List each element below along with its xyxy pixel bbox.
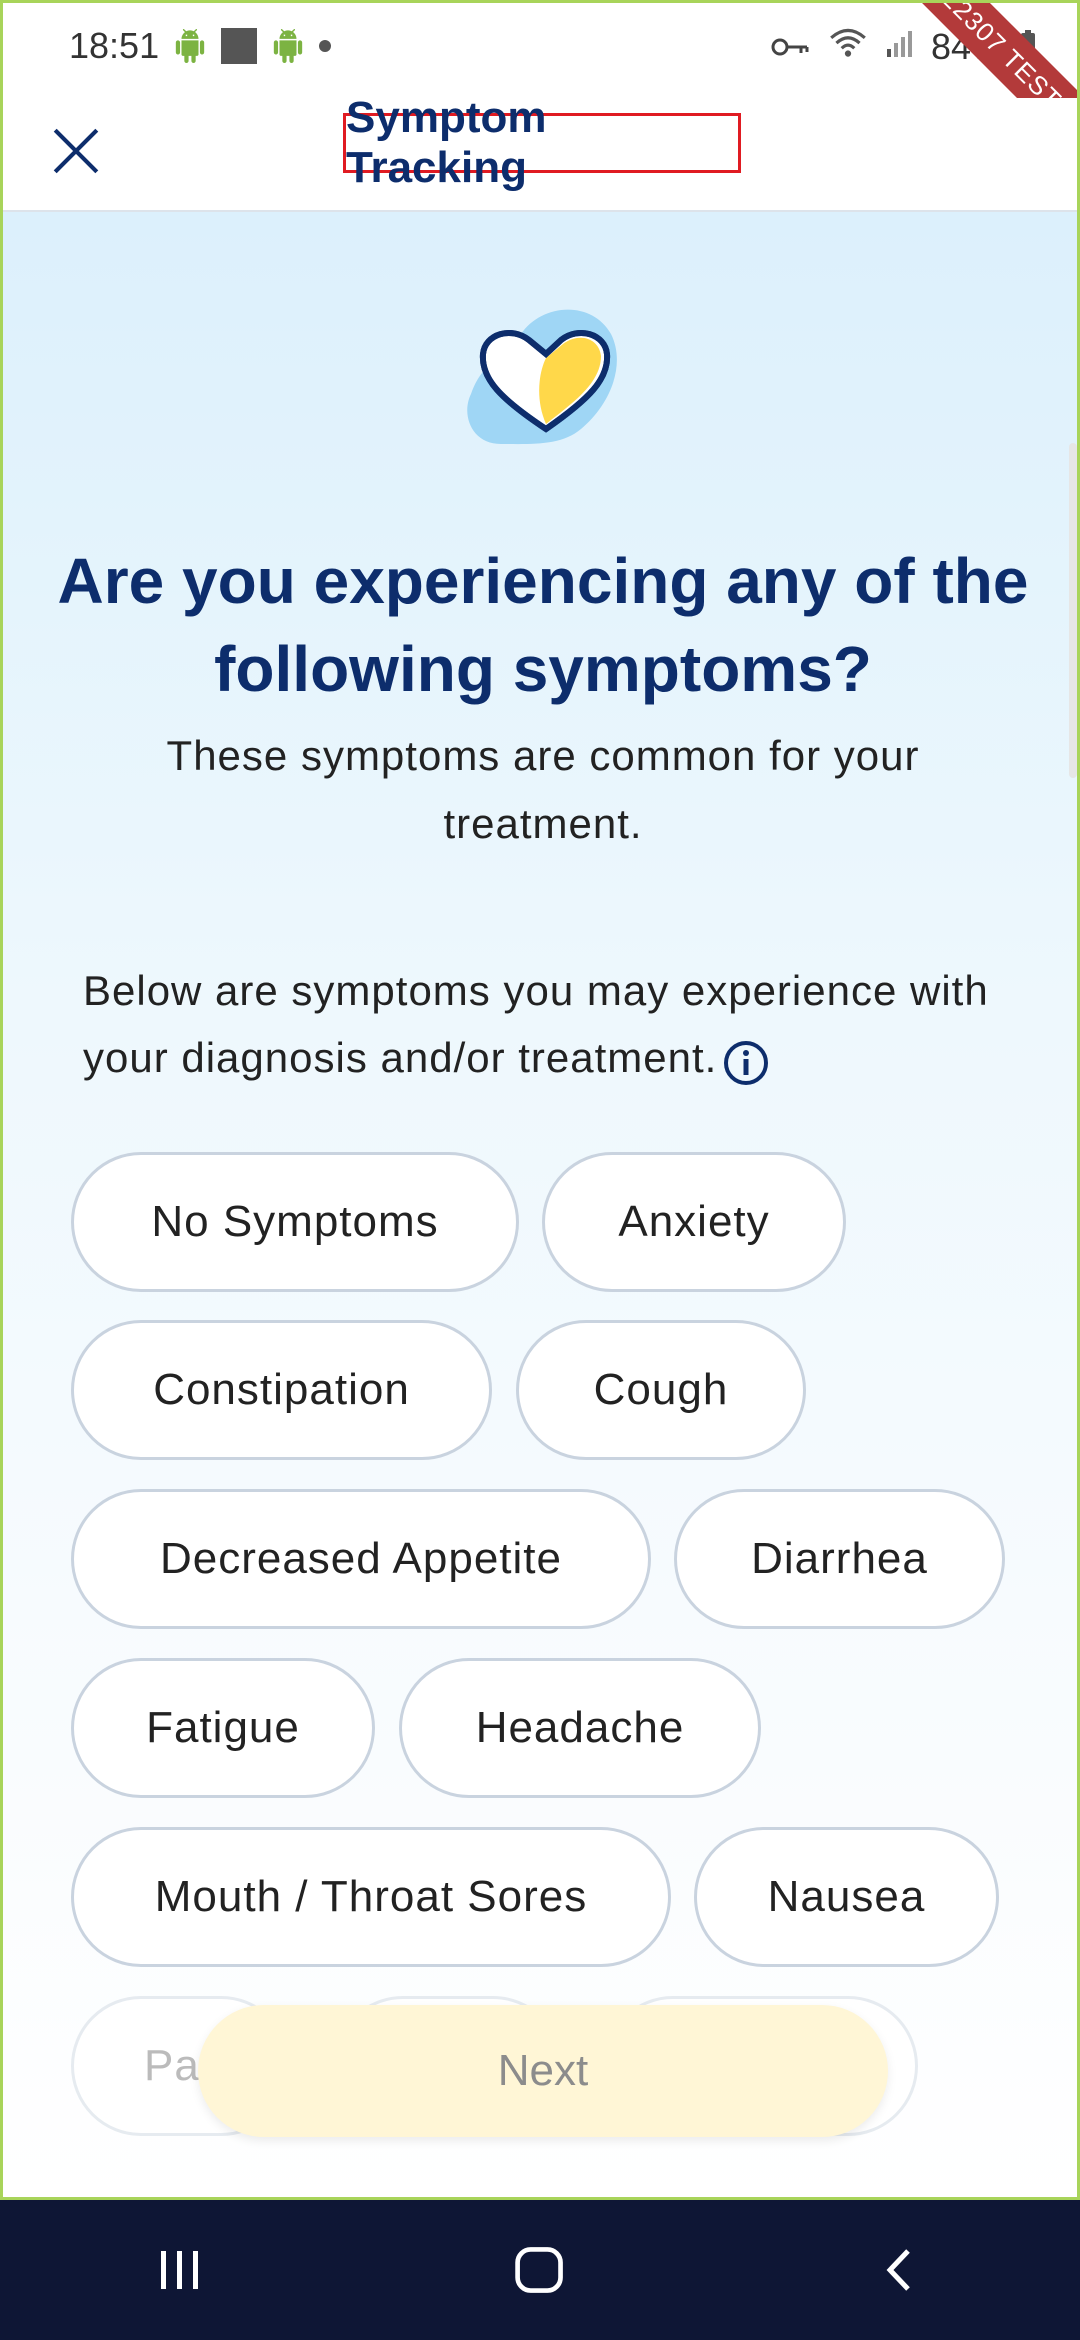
question-title: Are you experiencing any of the followin… xyxy=(57,545,1029,705)
back-button[interactable] xyxy=(830,2220,970,2320)
next-button[interactable]: Next xyxy=(198,2005,888,2137)
chip-label: Decreased Appetite xyxy=(159,1534,563,1583)
info-icon[interactable] xyxy=(723,1038,769,1085)
page-title: Symptom Tracking xyxy=(343,93,741,192)
home-icon xyxy=(515,2247,563,2293)
recents-button[interactable] xyxy=(110,2220,250,2320)
symptom-content: Are you experiencing any of the followin… xyxy=(3,212,1077,2197)
chip-headache[interactable]: Headache xyxy=(399,1658,761,1798)
chip-label: Fatigue xyxy=(146,1703,300,1752)
question-subtitle: These symptoms are common for your treat… xyxy=(166,732,920,847)
signal-icon xyxy=(885,26,915,68)
android-icon xyxy=(173,29,207,63)
chip-label: No Symptoms xyxy=(151,1197,439,1246)
dot-icon xyxy=(319,40,332,52)
back-icon xyxy=(886,2249,910,2291)
android-icon xyxy=(271,29,305,63)
chip-fatigue[interactable]: Fatigue xyxy=(71,1658,375,1798)
chip-no-symptoms[interactable]: No Symptoms xyxy=(71,1152,519,1292)
chip-decreased-appetite[interactable]: Decreased Appetite xyxy=(71,1489,651,1629)
close-button[interactable] xyxy=(31,106,121,196)
recents-icon xyxy=(161,2251,198,2289)
chip-anxiety[interactable]: Anxiety xyxy=(542,1152,846,1292)
chip-label: Constipation xyxy=(153,1365,410,1414)
heart-icon xyxy=(461,304,621,454)
key-icon xyxy=(771,26,811,68)
chip-mouth-throat-sores[interactable]: Mouth / Throat Sores xyxy=(71,1827,671,1967)
chip-label: Headache xyxy=(475,1703,685,1752)
status-bar: 18:51 84% 22307 TEST xyxy=(3,3,1077,169)
chip-diarrhea[interactable]: Diarrhea xyxy=(674,1489,1005,1629)
chip-constipation[interactable]: Constipation xyxy=(71,1320,492,1460)
wifi-icon xyxy=(827,25,869,68)
chip-label: Nausea xyxy=(767,1872,926,1921)
chip-label: Mouth / Throat Sores xyxy=(154,1872,588,1921)
chip-nausea[interactable]: Nausea xyxy=(694,1827,999,1967)
square-icon xyxy=(221,28,258,64)
intro-label: Below are symptoms you may experience wi… xyxy=(83,967,989,1081)
chip-label: Diarrhea xyxy=(751,1534,928,1583)
home-button[interactable] xyxy=(470,2220,610,2320)
status-time: 18:51 xyxy=(69,25,160,66)
status-left: 18:51 xyxy=(69,25,332,67)
intro-text: Below are symptoms you may experience wi… xyxy=(83,957,1043,1091)
system-nav-bar xyxy=(0,2200,1080,2340)
app-header: Symptom Tracking xyxy=(3,93,1077,212)
chip-cough[interactable]: Cough xyxy=(516,1320,806,1460)
scroll-handle[interactable] xyxy=(1069,443,1077,778)
chip-label: Anxiety xyxy=(618,1197,770,1246)
chip-label: Cough xyxy=(593,1365,729,1414)
close-icon xyxy=(53,128,99,174)
app-frame: 18:51 84% 22307 TEST xyxy=(0,0,1080,2200)
